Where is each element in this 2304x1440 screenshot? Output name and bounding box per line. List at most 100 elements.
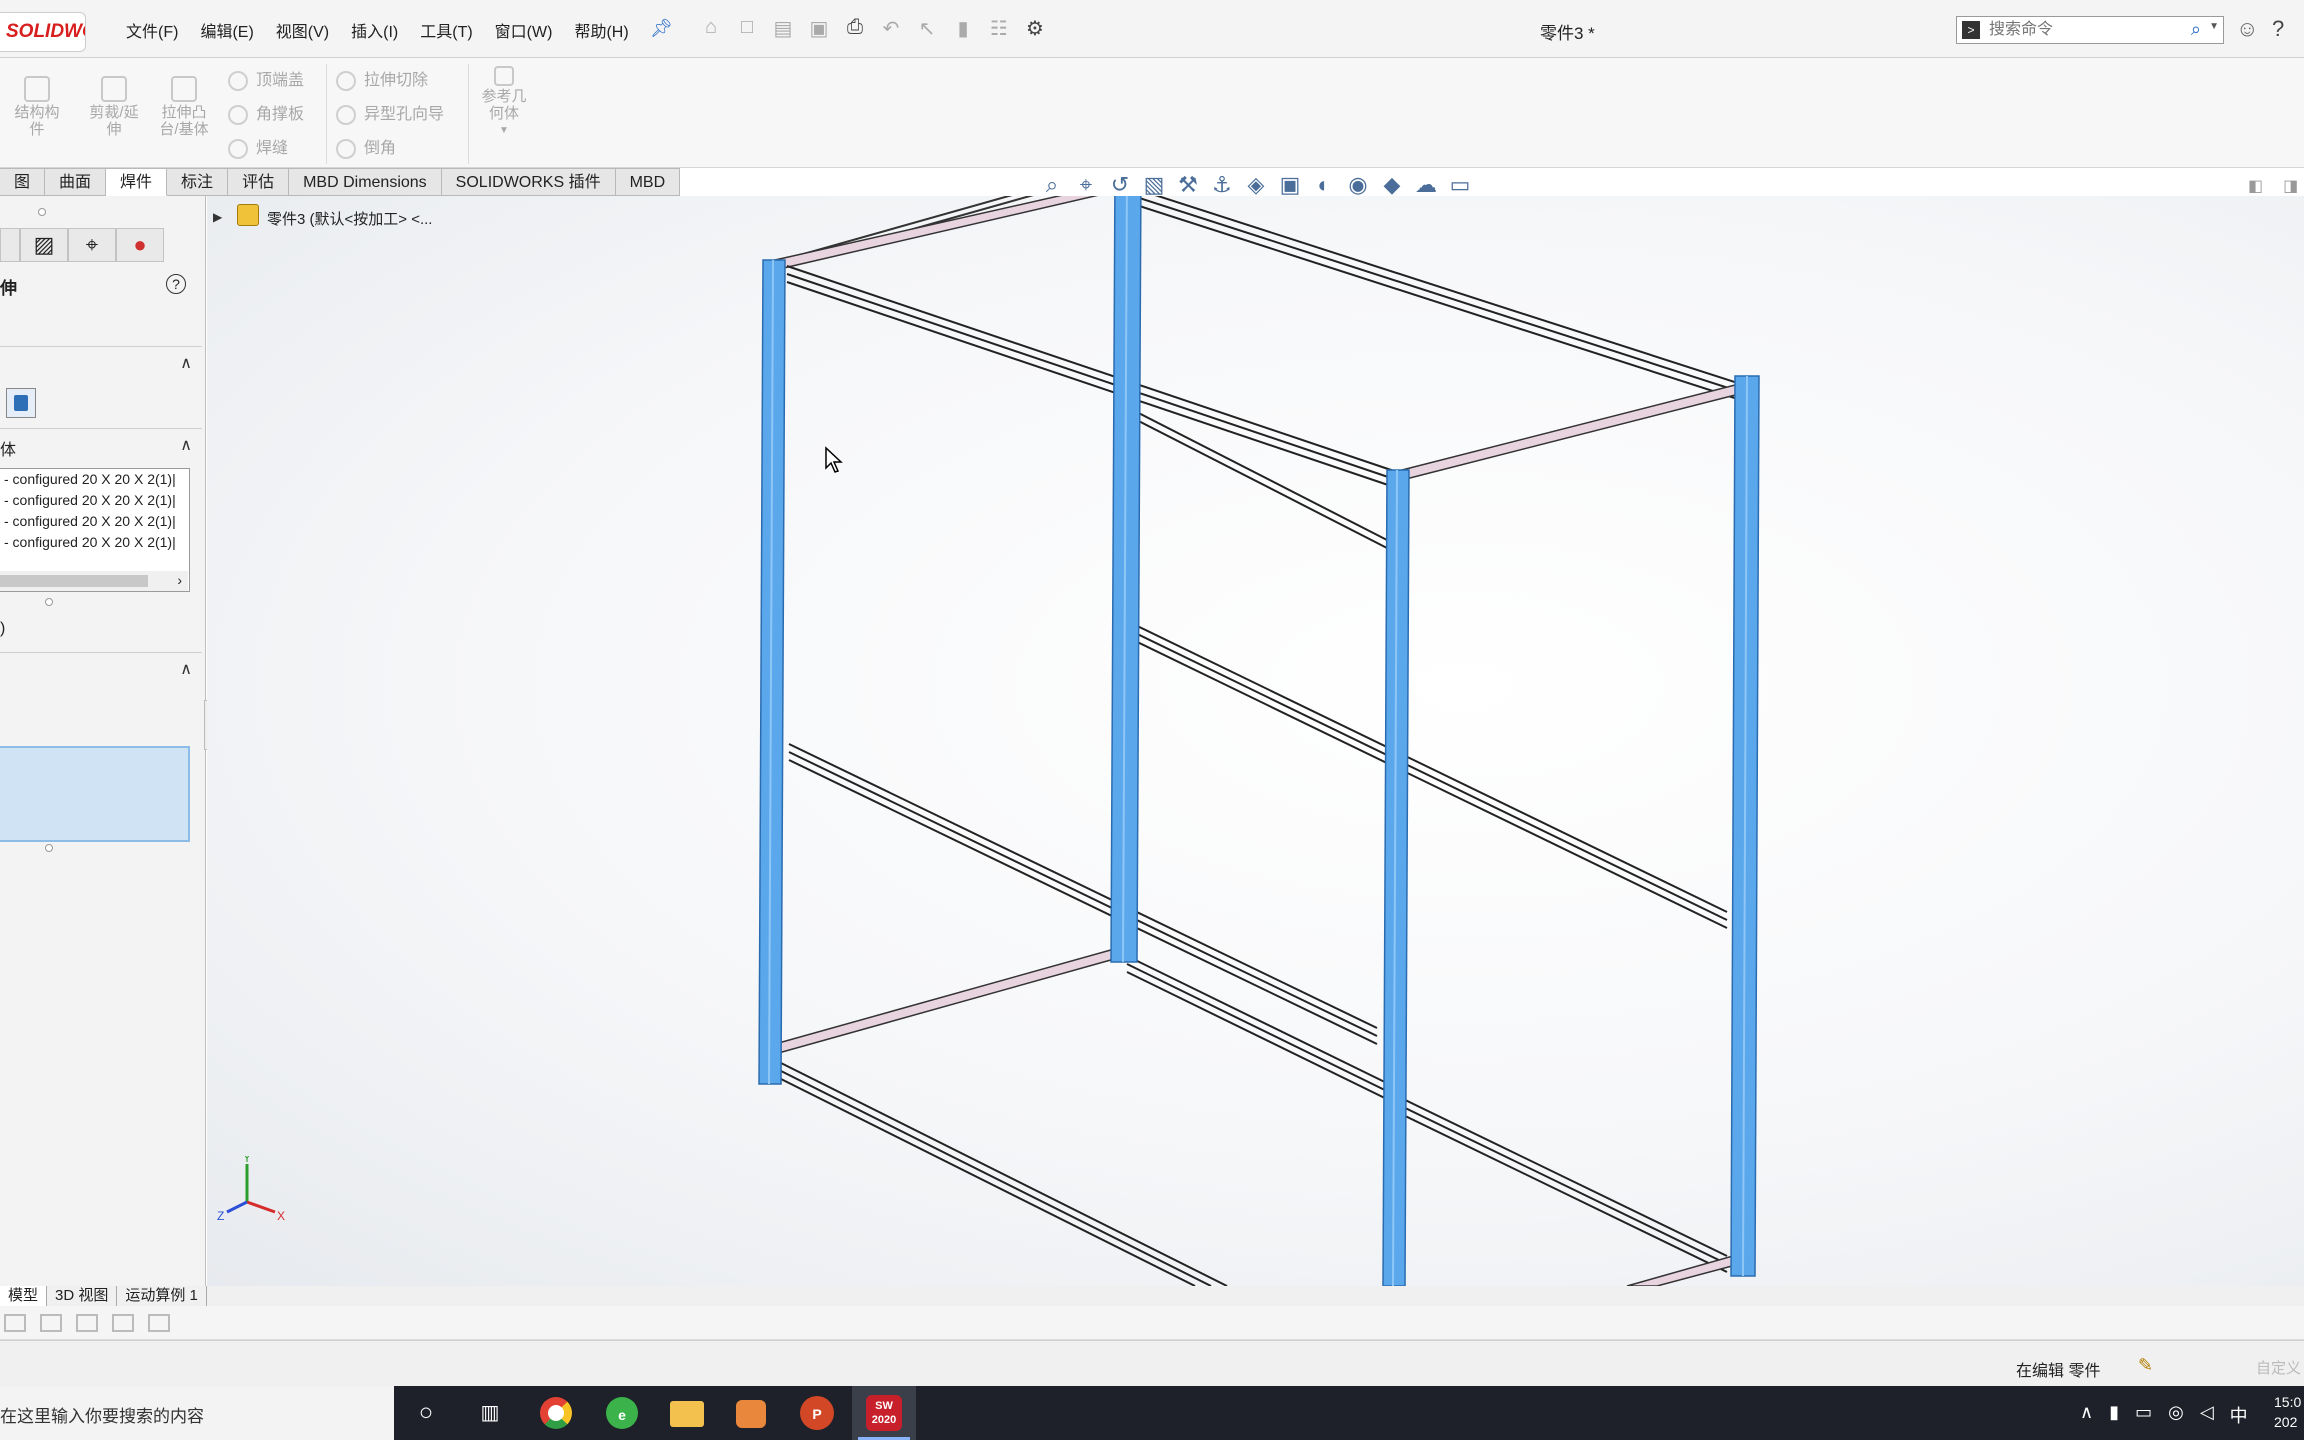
section-header-2[interactable]: 体 ∧ xyxy=(0,428,202,459)
weld-bead-button[interactable]: 焊缝 xyxy=(228,134,288,159)
chevron-down-icon[interactable]: ▼ xyxy=(2209,21,2219,32)
tab-3d-views[interactable]: 3D 视图 xyxy=(47,1286,118,1306)
display-style-icon[interactable]: ◈ xyxy=(1244,172,1268,198)
rebuild-status-icon[interactable]: ✎ xyxy=(2138,1355,2153,1376)
units-status[interactable]: 自定义 xyxy=(2256,1357,2301,1378)
taskbar-search[interactable]: 在这里输入你要搜索的内容 xyxy=(0,1386,394,1440)
expand-panel-icon[interactable]: ◨ xyxy=(2283,176,2298,196)
list-item[interactable]: - configured 20 X 20 X 2(1)| xyxy=(0,490,189,511)
tab-solidworks-addins[interactable]: SOLIDWORKS 插件 xyxy=(441,168,616,196)
hide-show-items-icon[interactable]: ▣ xyxy=(1278,172,1302,198)
tab-mbd[interactable]: MBD xyxy=(615,168,681,196)
menu-edit[interactable]: 编辑(E) xyxy=(200,18,253,42)
dynamic-annotation-icon[interactable]: ⚒ xyxy=(1176,172,1200,198)
apply-scene-icon[interactable]: ◉ xyxy=(1346,172,1370,198)
search-icon[interactable]: ⌕ xyxy=(2191,19,2201,40)
home-icon[interactable]: ⌂ xyxy=(700,16,722,41)
target-icon[interactable]: ⌖ xyxy=(68,228,116,262)
dimxpert-icon[interactable]: ▨ xyxy=(20,228,68,262)
edit-appearance-icon[interactable]: ◐ xyxy=(1312,172,1336,198)
user-icon[interactable]: ☺ xyxy=(2236,16,2258,42)
list-item[interactable]: - configured 20 X 20 X 2(1)| xyxy=(0,511,189,532)
splitter-handle[interactable] xyxy=(38,208,46,216)
file-props-icon[interactable]: ☷ xyxy=(988,16,1010,41)
configuration-manager-icon[interactable] xyxy=(0,228,20,262)
previous-view-icon[interactable]: ↺ xyxy=(1108,172,1132,198)
rebuild-icon[interactable]: ▮ xyxy=(952,16,974,41)
restore-panel-icon[interactable]: ◧ xyxy=(2248,176,2263,196)
zoom-to-fit-icon[interactable]: ⌕ xyxy=(1040,172,1064,198)
trim-extend-button[interactable]: 剪裁/延伸 xyxy=(82,76,146,138)
list-icon[interactable] xyxy=(40,1314,62,1332)
dimension-icon[interactable] xyxy=(112,1314,134,1332)
solidworks-2020-icon[interactable]: SW 2020 xyxy=(866,1395,902,1431)
volume-icon[interactable]: ◁ xyxy=(2200,1402,2214,1428)
tab-model[interactable]: 模型 xyxy=(0,1286,48,1306)
tab-motion-study[interactable]: 运动算例 1 xyxy=(117,1286,207,1306)
end-cap-button[interactable]: 顶端盖 xyxy=(228,66,304,91)
save-icon[interactable]: ▣ xyxy=(808,16,830,41)
solid-body-icon[interactable] xyxy=(6,388,36,418)
taskbar-search-text[interactable]: 在这里输入你要搜索的内容 xyxy=(0,1402,204,1427)
body-list[interactable]: - configured 20 X 20 X 2(1)| - configure… xyxy=(0,468,190,592)
search-input[interactable] xyxy=(1989,19,2179,41)
extruded-cut-button[interactable]: 拉伸切除 xyxy=(336,66,428,91)
clock[interactable]: 15:0 202 xyxy=(2274,1392,2301,1432)
cortana-icon[interactable]: ○ xyxy=(408,1395,444,1431)
zoom-to-area-icon[interactable]: ⌖ xyxy=(1074,172,1098,198)
tray-overflow-icon[interactable]: ∧ xyxy=(2080,1402,2093,1428)
ime-indicator[interactable]: 中 xyxy=(2230,1402,2248,1428)
help-circle-icon[interactable]: ? xyxy=(166,274,186,294)
table-icon[interactable] xyxy=(76,1314,98,1332)
file-explorer-icon[interactable] xyxy=(670,1401,704,1427)
view-settings-icon[interactable]: ◆ xyxy=(1380,172,1404,198)
image-app-icon[interactable] xyxy=(736,1400,766,1428)
tab-markup[interactable]: 标注 xyxy=(167,168,229,196)
chevron-up-icon[interactable]: ∧ xyxy=(180,435,192,455)
section-view-icon[interactable]: ▧ xyxy=(1142,172,1166,198)
sketch-icon[interactable] xyxy=(4,1314,26,1332)
relation-icon[interactable] xyxy=(148,1314,170,1332)
selection-box[interactable] xyxy=(0,746,190,842)
section-header-1[interactable]: ∧ xyxy=(0,346,202,376)
extruded-boss-button[interactable]: 拉伸凸台/基体 xyxy=(156,76,212,138)
microphone-icon[interactable]: ▮ xyxy=(2109,1402,2119,1428)
undo-icon[interactable]: ↶ xyxy=(880,16,902,41)
new-icon[interactable]: □ xyxy=(736,16,758,41)
chevron-up-icon[interactable]: ∧ xyxy=(180,659,192,679)
list-item[interactable]: - configured 20 X 20 X 2(1)| xyxy=(0,469,189,490)
open-icon[interactable]: ▤ xyxy=(772,16,794,41)
powerpoint-icon[interactable]: P xyxy=(800,1396,834,1430)
chevron-right-icon[interactable]: › xyxy=(177,572,182,588)
menu-tools[interactable]: 工具(T) xyxy=(420,18,472,42)
view-orientation-icon[interactable]: ⚓ xyxy=(1210,172,1234,198)
help-icon[interactable]: ? xyxy=(2272,16,2284,42)
selection-resize-handle[interactable] xyxy=(45,844,53,852)
menu-window[interactable]: 窗口(W) xyxy=(495,18,553,42)
appearance-icon[interactable]: ● xyxy=(116,228,164,262)
network-icon[interactable]: ◎ xyxy=(2168,1402,2184,1428)
menu-view[interactable]: 视图(V) xyxy=(276,18,329,42)
graphics-area[interactable]: ▶ 零件3 (默认<按加工> <... Y X Z xyxy=(207,196,2304,1286)
tab-surfaces[interactable]: 曲面 xyxy=(45,168,107,196)
command-search[interactable]: > ⌕ ▼ xyxy=(1956,16,2224,44)
menu-help[interactable]: 帮助(H) xyxy=(574,18,628,42)
menu-file[interactable]: 文件(F) xyxy=(126,18,178,42)
list-resize-handle[interactable] xyxy=(45,598,53,606)
horizontal-scrollbar[interactable]: › xyxy=(0,571,188,591)
chevron-up-icon[interactable]: ∧ xyxy=(180,353,192,373)
tab-weldments[interactable]: 焊件 xyxy=(106,168,168,196)
task-view-icon[interactable]: ▥ xyxy=(472,1395,508,1431)
hole-wizard-button[interactable]: 异型孔向导 xyxy=(336,100,444,125)
solidworks-logo[interactable]: SOLIDWORKS xyxy=(0,12,86,52)
browser-360-icon[interactable]: e xyxy=(606,1397,638,1429)
print-icon[interactable]: ⎙ xyxy=(844,16,866,41)
gusset-button[interactable]: 角撑板 xyxy=(228,100,304,125)
menu-insert[interactable]: 插入(I) xyxy=(351,18,398,42)
select-icon[interactable]: ↖ xyxy=(916,16,938,41)
chrome-icon[interactable] xyxy=(540,1397,572,1429)
scrollbar-thumb[interactable] xyxy=(0,575,148,587)
pin-icon[interactable]: 📌︎ xyxy=(650,18,673,39)
tab-evaluate[interactable]: 评估 xyxy=(228,168,290,196)
list-item[interactable]: - configured 20 X 20 X 2(1)| xyxy=(0,532,189,553)
